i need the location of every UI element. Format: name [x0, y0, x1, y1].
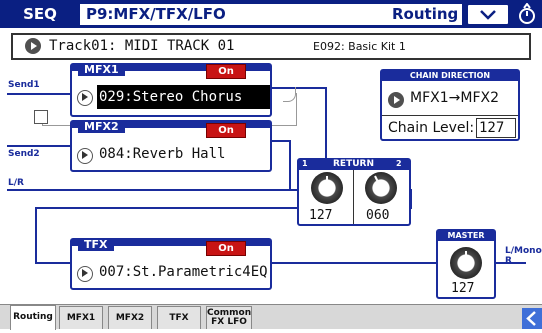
chain-level-value[interactable]: 127	[476, 118, 516, 138]
r-label: R	[505, 256, 512, 266]
tfx-title: TFX	[78, 238, 114, 251]
mfx2-out-vert	[289, 140, 291, 190]
mfx1-out-line	[271, 87, 327, 89]
chevron-down-icon	[480, 10, 496, 20]
mfx2-block[interactable]: MFX2 On 084:Reverb Hall	[70, 120, 272, 172]
mfx1-play-icon	[77, 90, 93, 106]
tfx-in-line	[35, 262, 71, 264]
master-knob[interactable]	[450, 247, 482, 279]
send1-label: Send1	[8, 80, 40, 90]
page-menu-button[interactable]	[466, 3, 510, 26]
chain-route-vert	[296, 93, 297, 126]
tab-mfx1[interactable]: MFX1	[59, 306, 103, 329]
mfx2-on-button[interactable]: On	[206, 123, 246, 138]
mfx1-title: MFX1	[78, 63, 125, 76]
send1-line	[7, 93, 71, 95]
send2-line	[7, 145, 71, 147]
tab-tfx[interactable]: TFX	[157, 306, 201, 329]
chain-play-icon	[388, 92, 404, 108]
mfx1-on-button[interactable]: On	[206, 64, 246, 79]
return1-knob-indicator-icon	[326, 176, 328, 188]
return1-value: 127	[309, 208, 333, 223]
chevron-left-icon	[526, 311, 536, 326]
tab-common-fx-lfo[interactable]: Common FX LFO	[206, 306, 252, 329]
tfx-effect-select[interactable]: 007:St.Parametric4EQ	[99, 264, 268, 280]
kit-name: E092: Basic Kit 1	[313, 40, 406, 53]
chain-level-label: Chain Level:	[388, 120, 475, 136]
tfx-play-icon	[77, 266, 93, 282]
chain-divider	[382, 115, 518, 116]
tfx-out-line	[271, 262, 436, 264]
return-title: RETURN	[333, 159, 374, 169]
return2-value: 060	[366, 208, 390, 223]
track-select-bar[interactable]: Track01: MIDI TRACK 01 E092: Basic Kit 1	[11, 33, 531, 60]
mfx1-block[interactable]: MFX1 On 029:Stereo Chorus	[70, 63, 272, 117]
mode-label: SEQ	[23, 5, 57, 23]
mfx2-effect-select[interactable]: 084:Reverb Hall	[99, 146, 225, 162]
mfx1-out-vert	[325, 87, 327, 160]
lock-icon[interactable]	[515, 2, 539, 25]
lmono-label: L/Mono	[505, 246, 542, 256]
chain-direction-title: CHAIN DIRECTION	[382, 71, 518, 81]
return2-knob[interactable]	[365, 172, 397, 204]
lr-label: L/R	[8, 178, 24, 188]
chain-checkbox[interactable]	[34, 110, 48, 124]
return2-knob-indicator-icon	[374, 175, 382, 189]
current-tab-label: Routing	[392, 4, 462, 25]
return-divider	[353, 170, 354, 224]
send2-label: Send2	[8, 149, 40, 159]
master-block: MASTER 127	[436, 229, 496, 299]
return-block: RETURN 1 2 127 060	[297, 158, 411, 226]
tfx-in-vert	[35, 207, 37, 263]
tfx-on-button[interactable]: On	[206, 241, 246, 256]
tab-routing[interactable]: Routing	[10, 305, 56, 330]
return1-knob[interactable]	[311, 172, 343, 204]
track-name: Track01: MIDI TRACK 01	[49, 38, 235, 54]
chain-direction-panel: CHAIN DIRECTION MFX1→MFX2 Chain Level: 1…	[380, 69, 520, 141]
return-ch2-label: 2	[396, 159, 402, 168]
page-title: P9:MFX/TFX/LFO	[80, 4, 392, 25]
chain-direction-value[interactable]: MFX1→MFX2	[410, 90, 499, 106]
scroll-left-button[interactable]	[522, 308, 542, 329]
return-ch1-label: 1	[302, 159, 308, 168]
master-knob-indicator-icon	[465, 251, 467, 263]
mfx2-out-line	[271, 140, 291, 142]
mfx1-effect-select[interactable]: 029:Stereo Chorus	[97, 85, 270, 109]
mfx2-play-icon	[77, 148, 93, 164]
play-icon	[25, 38, 41, 54]
master-title: MASTER	[438, 231, 494, 241]
master-value: 127	[451, 281, 475, 296]
mfx2-title: MFX2	[78, 120, 125, 133]
chain-curve	[283, 87, 296, 102]
lr-line	[7, 189, 303, 191]
tab-mfx2[interactable]: MFX2	[108, 306, 152, 329]
tfx-block[interactable]: TFX On 007:St.Parametric4EQ	[70, 238, 272, 290]
